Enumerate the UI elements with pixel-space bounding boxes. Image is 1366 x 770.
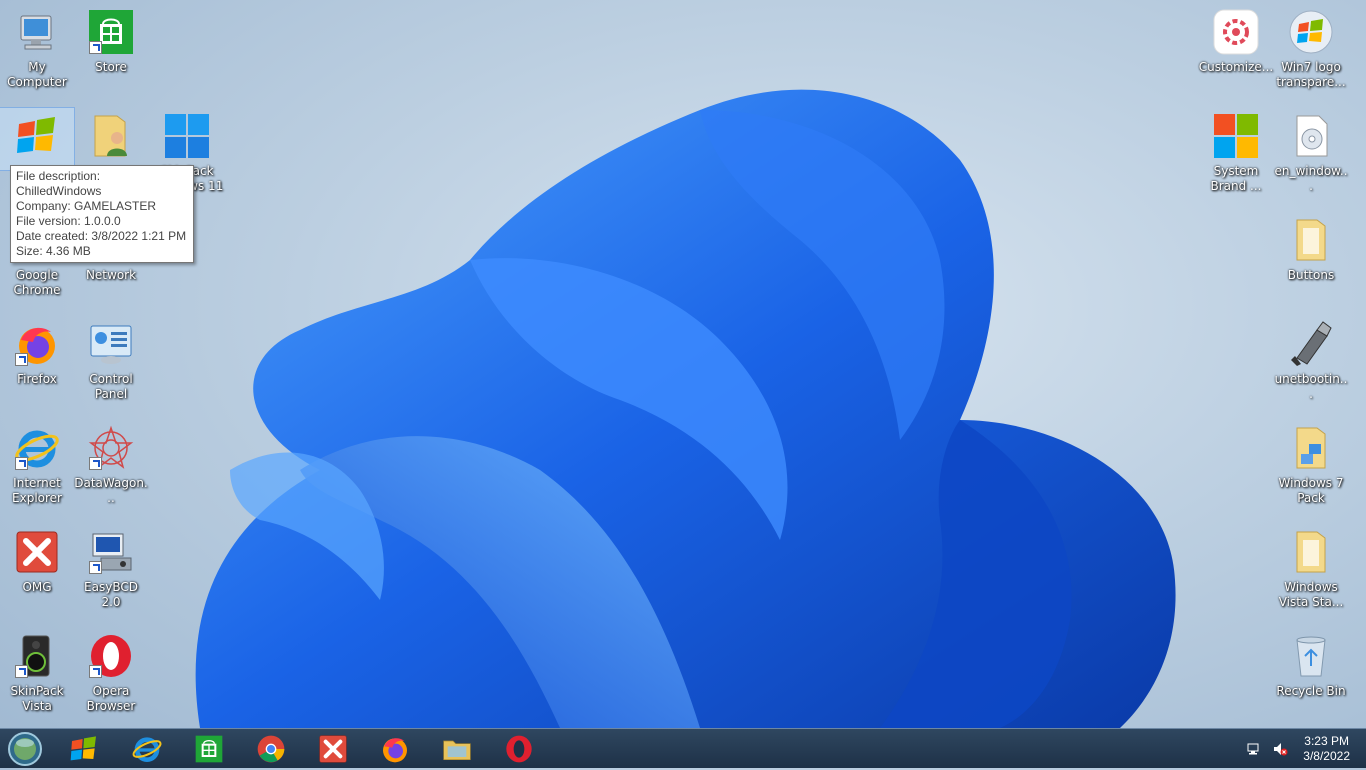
opera-icon xyxy=(506,735,532,763)
windows-logo-icon xyxy=(70,736,96,761)
windows-tiles-icon xyxy=(1214,114,1258,158)
usb-drive-icon xyxy=(1291,321,1332,366)
folder-icon xyxy=(1296,531,1326,573)
icon-label: EasyBCD 2.0 xyxy=(84,580,138,609)
tooltip-date: Date created: 3/8/2022 1:21 PM xyxy=(16,229,187,243)
icon-label: Windows 7 Pack xyxy=(1278,476,1344,505)
shortcut-arrow-icon xyxy=(89,561,102,574)
easybcd-icon-tile[interactable]: EasyBCD 2.0 xyxy=(74,524,148,624)
datawagon-icon-tile[interactable]: DataWagon... xyxy=(74,420,148,520)
taskbar-opera[interactable] xyxy=(495,732,543,766)
tooltip-size: Size: 4.36 MB xyxy=(16,244,91,258)
icon-label: My Computer xyxy=(7,60,67,89)
shortcut-arrow-icon xyxy=(89,665,102,678)
icon-label: en_window... xyxy=(1274,164,1348,193)
buttons-folder-icon-tile[interactable]: Buttons xyxy=(1274,212,1348,312)
icon-label: Win7 logo transpare... xyxy=(1276,60,1346,89)
icon-label: Google Chrome xyxy=(13,268,61,297)
taskbar-omg[interactable] xyxy=(309,732,357,766)
icon-label: Firefox xyxy=(17,372,57,386)
taskbar-internet-explorer[interactable] xyxy=(123,732,171,766)
windows-logo-icon xyxy=(17,117,55,153)
unetbootin-icon-tile[interactable]: unetbootin... xyxy=(1274,316,1348,416)
shortcut-arrow-icon xyxy=(89,457,102,470)
system-tray: 3:23 PM 3/8/2022 xyxy=(1186,729,1366,769)
taskbar-store[interactable] xyxy=(185,732,233,766)
internet-explorer-icon-tile[interactable]: Internet Explorer xyxy=(0,420,74,520)
control-panel-icon-tile[interactable]: Control Panel xyxy=(74,316,148,416)
user-folder-icon xyxy=(94,115,127,157)
taskbar-firefox[interactable] xyxy=(371,732,419,766)
firefox-icon-tile[interactable]: Firefox xyxy=(0,316,74,416)
clock-date: 3/8/2022 xyxy=(1303,749,1350,763)
taskbar-windows-flag[interactable] xyxy=(60,732,108,766)
folder-icon xyxy=(1296,219,1326,261)
shortcut-arrow-icon xyxy=(15,457,28,470)
clock[interactable]: 3:23 PM 3/8/2022 xyxy=(1303,734,1350,764)
network-tray-icon[interactable] xyxy=(1246,741,1262,757)
store-icon-tile[interactable]: Store xyxy=(74,4,148,104)
icon-label: Recycle Bin xyxy=(1276,684,1346,698)
shortcut-arrow-icon xyxy=(15,353,28,366)
close-x-icon xyxy=(16,531,58,573)
win7-logo-icon-tile[interactable]: Win7 logo transpare... xyxy=(1274,4,1348,104)
opera-browser-icon-tile[interactable]: Opera Browser xyxy=(74,628,148,728)
icon-label: Customize... xyxy=(1198,60,1274,74)
start-orb-icon xyxy=(8,732,42,766)
disc-file-icon xyxy=(1296,115,1328,157)
win7-orb-icon xyxy=(1289,10,1333,54)
clock-time: 3:23 PM xyxy=(1304,734,1349,748)
file-explorer-icon xyxy=(443,740,471,760)
shortcut-arrow-icon xyxy=(89,41,102,54)
icon-label: unetbootin... xyxy=(1274,372,1348,401)
control-panel-icon xyxy=(90,325,132,364)
icon-label: Buttons xyxy=(1287,268,1335,282)
shortcut-arrow-icon xyxy=(15,665,28,678)
customize-icon-tile[interactable]: Customize... xyxy=(1199,4,1273,104)
icon-label: DataWagon... xyxy=(74,476,148,505)
chrome-icon xyxy=(257,735,285,763)
icon-label: Network xyxy=(85,268,137,282)
store-icon xyxy=(195,735,223,763)
close-x-icon xyxy=(319,735,347,763)
taskbar-file-explorer[interactable] xyxy=(433,732,481,766)
omg-icon-tile[interactable]: OMG xyxy=(0,524,74,624)
icon-label: System Brand ... xyxy=(1210,164,1262,193)
icon-label: Windows Vista Sta... xyxy=(1278,580,1344,609)
folder-icon xyxy=(1296,427,1326,469)
tooltip-description: File description: ChilledWindows xyxy=(16,169,102,198)
firefox-icon xyxy=(383,738,407,763)
en-windows-iso-icon-tile[interactable]: en_window... xyxy=(1274,108,1348,208)
icon-label: SkinPack Vista xyxy=(10,684,64,713)
windows11-logo-icon xyxy=(165,114,209,158)
skinpack-vista-icon-tile[interactable]: SkinPack Vista xyxy=(0,628,74,728)
taskbar-chrome[interactable] xyxy=(247,732,295,766)
icon-label: Internet Explorer xyxy=(12,476,62,505)
tooltip-company: Company: GAMELASTER xyxy=(16,199,157,213)
computer-icon xyxy=(20,15,52,50)
tooltip-version: File version: 1.0.0.0 xyxy=(16,214,121,228)
icon-label: Opera Browser xyxy=(86,684,136,713)
system-brand-icon-tile[interactable]: System Brand ... xyxy=(1199,108,1273,208)
vista-pack-icon-tile[interactable]: Windows Vista Sta... xyxy=(1274,524,1348,624)
taskbar: 3:23 PM 3/8/2022 xyxy=(0,728,1366,768)
internet-explorer-icon xyxy=(132,737,162,762)
start-button[interactable] xyxy=(6,731,44,767)
recycle-bin-icon xyxy=(1296,636,1326,677)
icon-label: OMG xyxy=(22,580,52,594)
volume-muted-icon[interactable] xyxy=(1272,741,1288,757)
icon-label: Control Panel xyxy=(89,372,133,401)
my-computer-icon-tile[interactable]: My Computer xyxy=(0,4,74,104)
recycle-bin-icon-tile[interactable]: Recycle Bin xyxy=(1274,628,1348,728)
file-info-tooltip: File description: ChilledWindows Company… xyxy=(10,165,194,263)
icon-label: Store xyxy=(95,60,127,74)
windows7-pack-icon-tile[interactable]: Windows 7 Pack xyxy=(1274,420,1348,520)
gear-icon xyxy=(1213,9,1259,55)
